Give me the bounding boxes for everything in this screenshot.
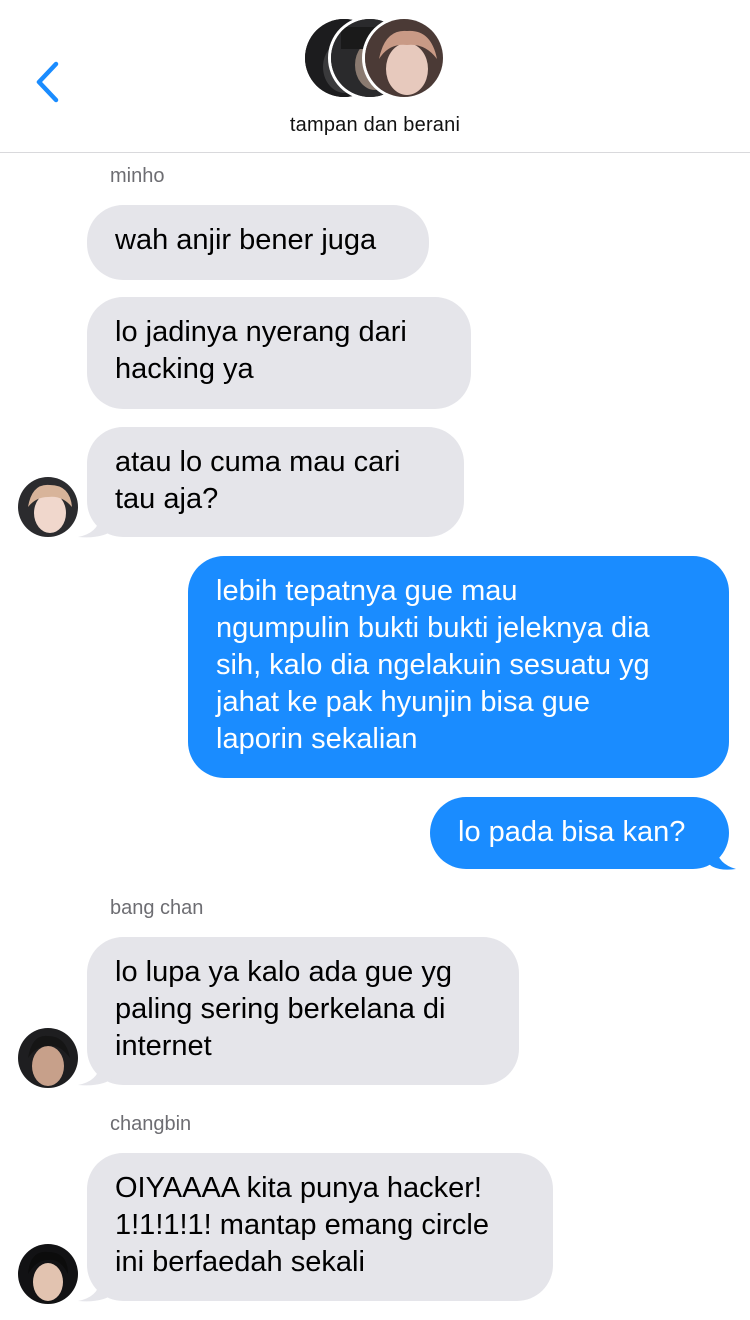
avatar[interactable]	[18, 1028, 78, 1088]
incoming-message-bubble[interactable]: wah anjir bener juga	[87, 205, 429, 280]
incoming-message-bubble[interactable]: OIYAAAA kita punya hacker! 1!1!1!1! mant…	[87, 1153, 553, 1301]
back-button[interactable]	[28, 54, 68, 110]
outgoing-message-bubble[interactable]: lo pada bisa kan?	[430, 797, 729, 869]
avatar[interactable]	[18, 1244, 78, 1304]
bubble-tail	[78, 1053, 114, 1086]
group-avatar-stack[interactable]	[302, 16, 452, 104]
bubble-tail	[78, 505, 114, 538]
sender-name: minho	[110, 165, 165, 187]
incoming-message-bubble[interactable]: lo lupa ya kalo ada gue yg paling sering…	[87, 937, 519, 1085]
group-member-avatar	[362, 16, 446, 100]
sender-name: bang chan	[110, 897, 204, 919]
bubble-tail	[706, 838, 736, 870]
group-title[interactable]: tampan dan berani	[0, 114, 750, 137]
avatar[interactable]	[18, 477, 78, 537]
sender-name: changbin	[110, 1113, 192, 1135]
outgoing-message-bubble[interactable]: lebih tepatnya gue mau ngumpulin bukti b…	[188, 556, 729, 778]
incoming-message-bubble[interactable]: atau lo cuma mau cari tau aja?	[87, 427, 464, 537]
incoming-message-bubble[interactable]: lo jadinya nyerang dari hacking ya	[87, 297, 471, 409]
chevron-left-icon	[36, 61, 59, 103]
bubble-tail	[78, 1269, 114, 1302]
chat-header: tampan dan berani	[0, 0, 750, 153]
